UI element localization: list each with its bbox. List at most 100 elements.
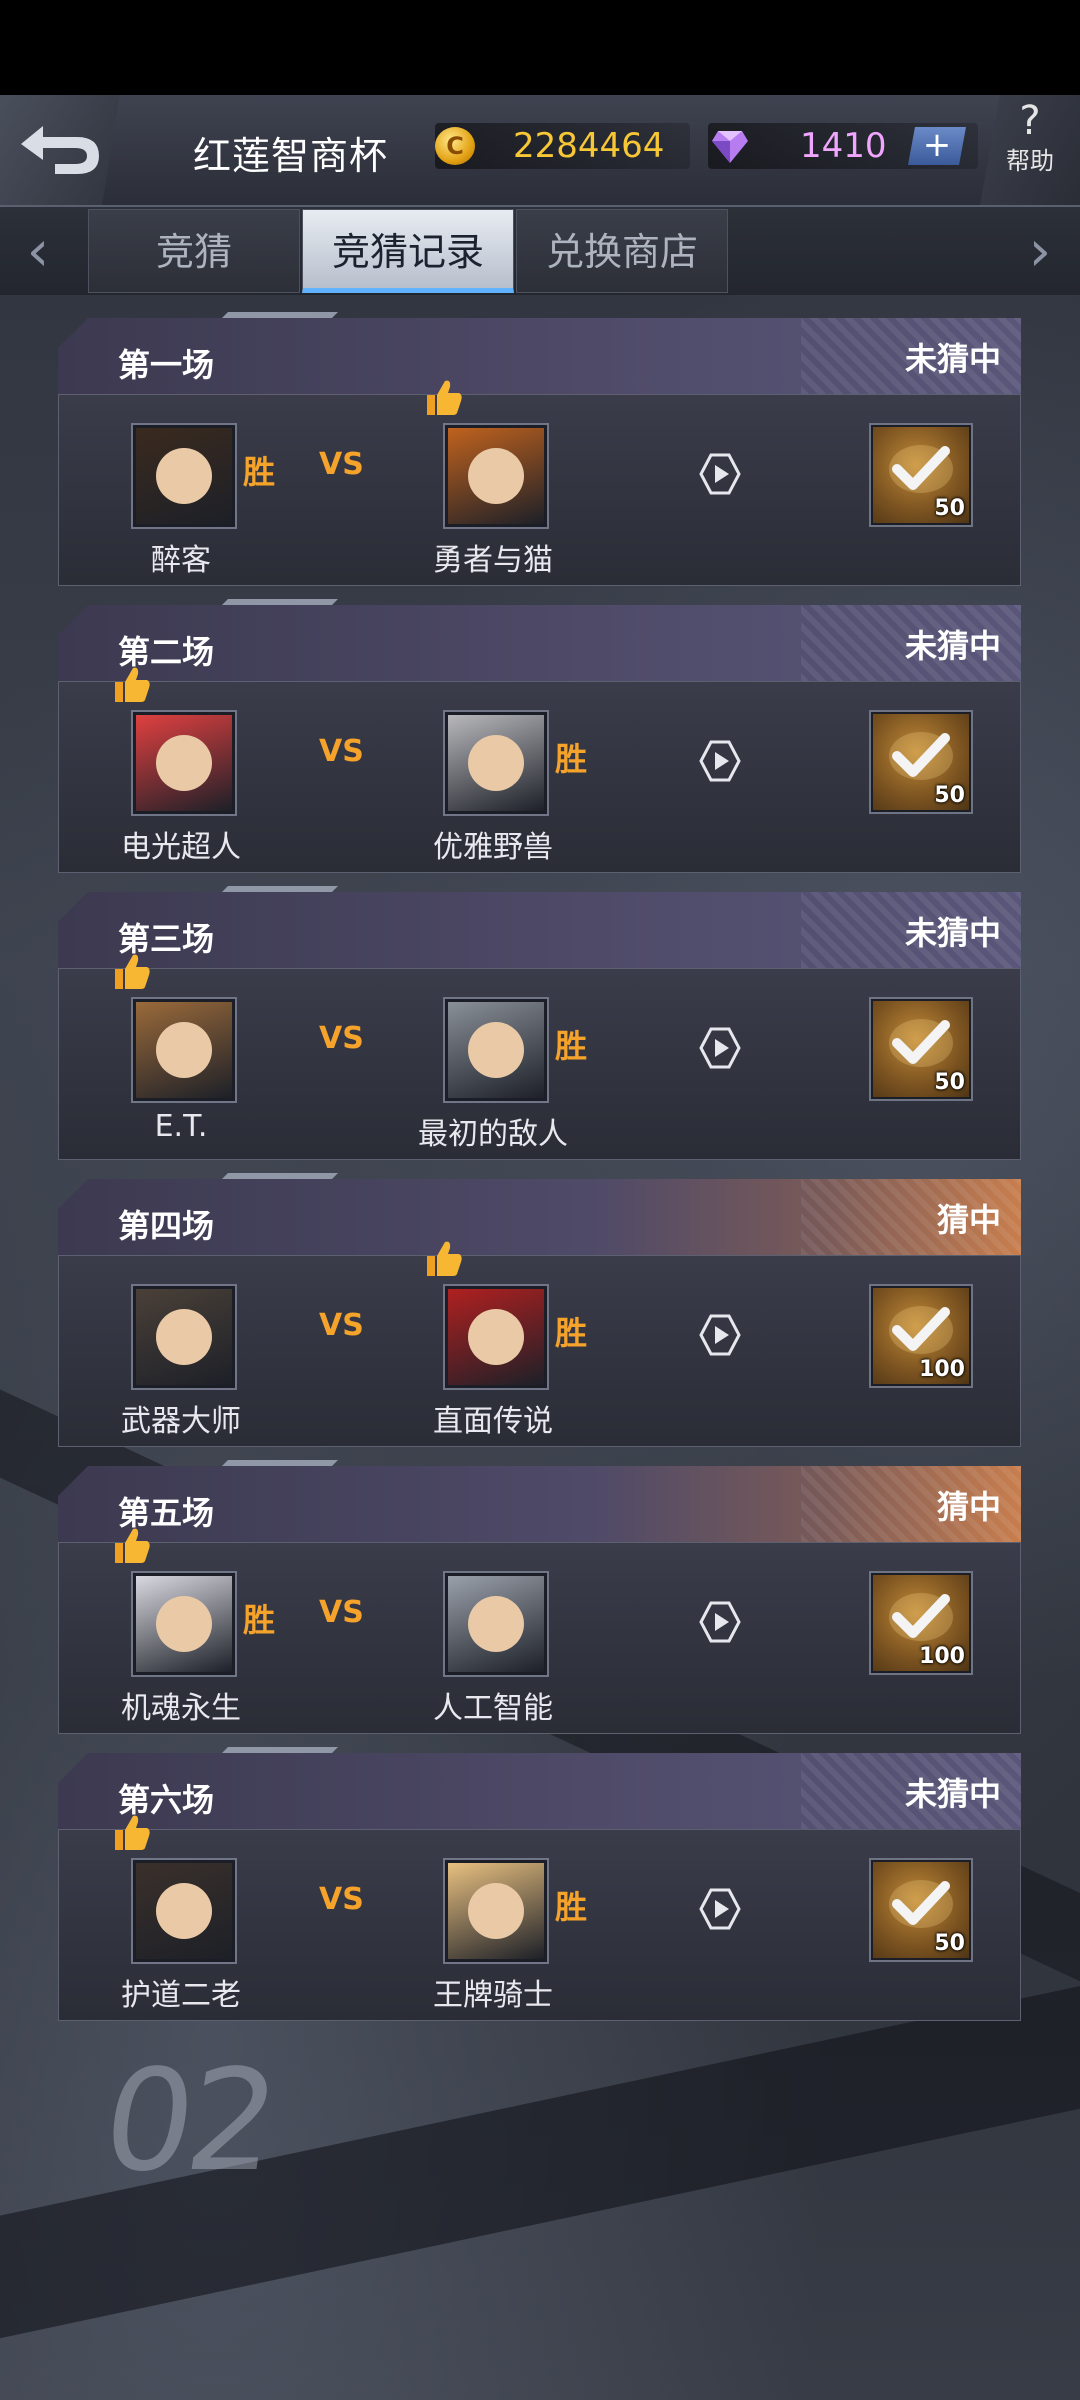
play-replay-icon[interactable] bbox=[699, 1314, 741, 1356]
background-number: 02 bbox=[93, 2040, 283, 2203]
left-player-avatar bbox=[133, 999, 235, 1101]
help-label: 帮助 bbox=[1006, 147, 1054, 175]
left-player-name: 武器大师 bbox=[121, 1404, 241, 1439]
win-marker: 胜 bbox=[555, 1314, 588, 1352]
match-body: 胜 VS E.T. 最初的敌人 50 bbox=[58, 954, 1021, 1160]
checkmark-icon bbox=[889, 1019, 953, 1067]
left-player-name: E.T. bbox=[154, 1109, 208, 1144]
add-gems-button[interactable]: + bbox=[908, 127, 966, 165]
win-marker: 胜 bbox=[243, 1601, 276, 1639]
tab-exchange-shop[interactable]: 兑换商店 bbox=[516, 209, 728, 293]
play-replay-icon[interactable] bbox=[699, 453, 741, 495]
match-header: 第四场 猜中 bbox=[58, 1179, 1021, 1255]
match-header: 第五场 猜中 bbox=[58, 1466, 1021, 1542]
thumbs-up-icon bbox=[423, 377, 463, 417]
vs-label: VS bbox=[319, 1021, 364, 1056]
match-body: 胜 VS 机魂永生 人工智能 100 bbox=[58, 1528, 1021, 1734]
tab-bar: ‹ 竞猜 竞猜记录 兑换商店 › bbox=[0, 207, 1080, 295]
reward-badge[interactable]: 100 bbox=[871, 1286, 971, 1386]
guess-result: 猜中 bbox=[936, 1201, 1001, 1239]
right-player-avatar bbox=[445, 425, 547, 527]
chevron-left-icon[interactable]: ‹ bbox=[8, 217, 68, 287]
guess-result: 猜中 bbox=[936, 1488, 1001, 1526]
chevron-right-icon[interactable]: › bbox=[1010, 217, 1070, 287]
match-card: 第五场 猜中胜 VS 机魂永生 人工智能 100 bbox=[58, 1466, 1021, 1734]
status-bar bbox=[0, 0, 1080, 95]
vs-label: VS bbox=[319, 1882, 364, 1917]
thumbs-up-icon bbox=[111, 951, 151, 991]
reward-count: 100 bbox=[919, 1357, 965, 1382]
right-player-avatar bbox=[445, 999, 547, 1101]
match-body: 胜 VS 武器大师 直面传说 100 bbox=[58, 1241, 1021, 1447]
match-card: 第三场 未猜中胜 VS E.T. 最初的敌人 50 bbox=[58, 892, 1021, 1160]
match-header: 第三场 未猜中 bbox=[58, 892, 1021, 968]
header: 红莲智商杯 C 2284464 1410 + ? 帮助 bbox=[0, 95, 1080, 207]
left-player-name: 电光超人 bbox=[121, 830, 241, 865]
left-player-avatar bbox=[133, 1860, 235, 1962]
right-player-name: 人工智能 bbox=[433, 1691, 553, 1726]
match-header: 第六场 未猜中 bbox=[58, 1753, 1021, 1829]
play-replay-icon[interactable] bbox=[699, 1888, 741, 1930]
right-player-name: 直面传说 bbox=[433, 1404, 553, 1439]
thumbs-up-icon bbox=[423, 1238, 463, 1278]
reward-count: 50 bbox=[934, 1931, 965, 1956]
win-marker: 胜 bbox=[555, 1027, 588, 1065]
coin-balance: C 2284464 bbox=[435, 123, 690, 169]
right-player-name: 最初的敌人 bbox=[418, 1117, 568, 1152]
vs-label: VS bbox=[319, 1308, 364, 1343]
left-player-avatar bbox=[133, 425, 235, 527]
play-replay-icon[interactable] bbox=[699, 1027, 741, 1069]
right-player-avatar bbox=[445, 1286, 547, 1388]
guess-result: 未猜中 bbox=[904, 340, 1001, 378]
reward-badge[interactable]: 50 bbox=[871, 999, 971, 1099]
tab-guess-record[interactable]: 竞猜记录 bbox=[302, 209, 514, 293]
right-player-avatar bbox=[445, 1860, 547, 1962]
checkmark-icon bbox=[889, 445, 953, 493]
guess-result: 未猜中 bbox=[904, 1775, 1001, 1813]
right-player-name: 优雅野兽 bbox=[433, 830, 553, 865]
gem-amount: 1410 bbox=[800, 126, 887, 166]
reward-count: 50 bbox=[934, 1070, 965, 1095]
win-marker: 胜 bbox=[555, 1888, 588, 1926]
right-player-name: 王牌骑士 bbox=[433, 1978, 553, 2013]
match-header: 第一场 未猜中 bbox=[58, 318, 1021, 394]
left-player-avatar bbox=[133, 1286, 235, 1388]
page-title: 红莲智商杯 bbox=[193, 134, 389, 178]
vs-label: VS bbox=[319, 1595, 364, 1630]
play-replay-icon[interactable] bbox=[699, 740, 741, 782]
win-marker: 胜 bbox=[243, 453, 276, 491]
help-button[interactable]: ? 帮助 bbox=[980, 95, 1080, 205]
reward-badge[interactable]: 50 bbox=[871, 425, 971, 525]
reward-count: 50 bbox=[934, 783, 965, 808]
match-label: 第一场 bbox=[118, 346, 215, 384]
left-player-name: 醉客 bbox=[151, 543, 211, 578]
reward-count: 50 bbox=[934, 496, 965, 521]
tab-guess[interactable]: 竞猜 bbox=[88, 209, 300, 293]
coin-icon: C bbox=[435, 127, 475, 165]
reward-count: 100 bbox=[919, 1644, 965, 1669]
left-player-name: 护道二老 bbox=[121, 1978, 241, 2013]
coin-amount: 2284464 bbox=[513, 126, 665, 166]
reward-badge[interactable]: 50 bbox=[871, 1860, 971, 1960]
reward-badge[interactable]: 50 bbox=[871, 712, 971, 812]
checkmark-icon bbox=[889, 1306, 953, 1354]
gem-icon bbox=[712, 131, 748, 163]
left-player-avatar bbox=[133, 1573, 235, 1675]
match-card: 第四场 猜中胜 VS 武器大师 直面传说 100 bbox=[58, 1179, 1021, 1447]
left-player-name: 机魂永生 bbox=[121, 1691, 241, 1726]
match-card: 第一场 未猜中胜 VS 醉客 勇者与猫 50 bbox=[58, 318, 1021, 586]
help-icon: ? bbox=[1019, 98, 1041, 144]
match-body: 胜 VS 护道二老 王牌骑士 50 bbox=[58, 1815, 1021, 2021]
back-button[interactable] bbox=[0, 95, 120, 205]
thumbs-up-icon bbox=[111, 664, 151, 704]
reward-badge[interactable]: 100 bbox=[871, 1573, 971, 1673]
play-replay-icon[interactable] bbox=[699, 1601, 741, 1643]
match-body: 胜 VS 电光超人 优雅野兽 50 bbox=[58, 667, 1021, 873]
guess-result: 未猜中 bbox=[904, 627, 1001, 665]
vs-label: VS bbox=[319, 734, 364, 769]
win-marker: 胜 bbox=[555, 740, 588, 778]
right-player-name: 勇者与猫 bbox=[433, 543, 553, 578]
checkmark-icon bbox=[889, 1880, 953, 1928]
match-label: 第四场 bbox=[118, 1207, 215, 1245]
match-card: 第六场 未猜中胜 VS 护道二老 王牌骑士 50 bbox=[58, 1753, 1021, 2021]
